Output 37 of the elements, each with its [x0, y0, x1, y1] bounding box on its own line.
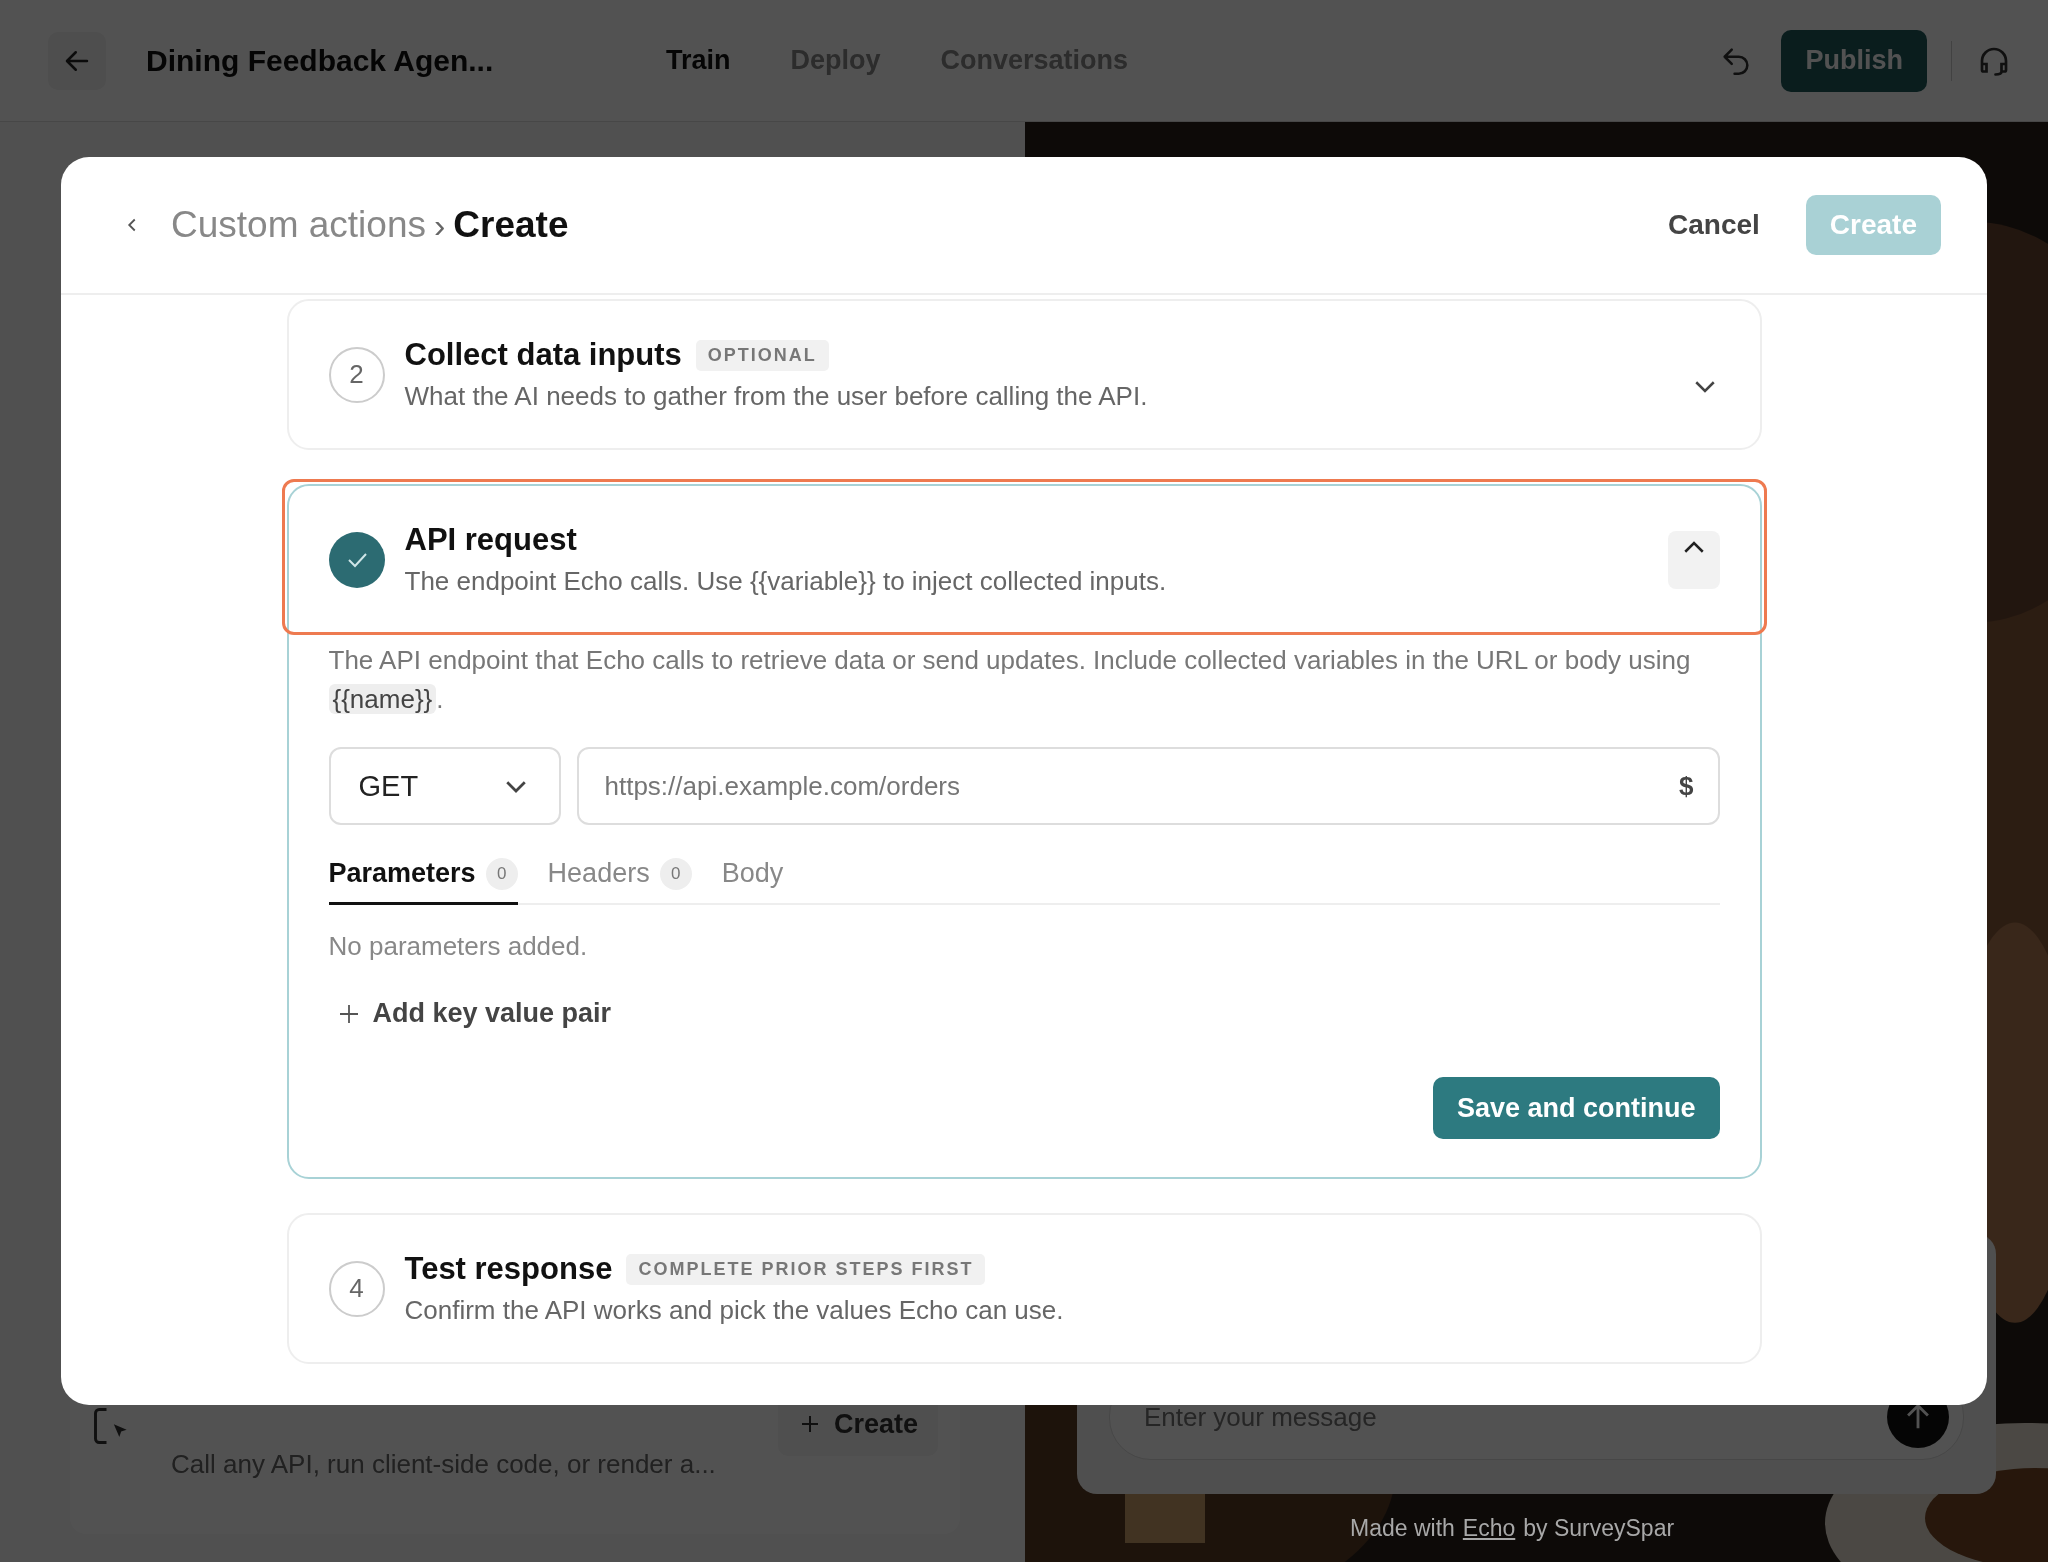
step-title: API request — [404, 522, 577, 558]
tab[interactable]: Parameters 0 — [328, 845, 518, 905]
step-number: 4 — [328, 1260, 385, 1317]
step-title: Test response — [404, 1251, 613, 1287]
breadcrumb-current: Create — [453, 204, 569, 246]
publish-button[interactable]: Publish — [1781, 29, 1927, 92]
intro-text: The API endpoint that Echo calls to retrieve data or send updates. Include collected variables in the URL or body using {{name}}. — [328, 644, 1692, 716]
step-badge: OPTIONAL — [695, 339, 829, 371]
step-number: 2 — [328, 346, 385, 403]
tab-label: Parameters — [328, 858, 476, 889]
echo-link[interactable]: Echo — [1462, 1515, 1516, 1542]
count-badge: 0 — [485, 857, 518, 890]
tab[interactable]: Body — [721, 845, 784, 905]
agent-title: Dining Feedback Agen... — [146, 43, 495, 78]
step-badge: COMPLETE PRIOR STEPS FIRST — [626, 1253, 986, 1285]
step-description: The endpoint Echo calls. Use {{variable}} to inject collected inputs. — [404, 566, 1168, 597]
back-button[interactable] — [48, 31, 106, 90]
empty-message: No parameters added. — [328, 931, 589, 962]
count-badge: 0 — [659, 857, 692, 890]
step-title: Collect data inputs — [404, 337, 682, 373]
tab-label: Body — [721, 858, 784, 889]
step-description: Confirm the API works and pick the values Echo can use. — [404, 1295, 1065, 1326]
breadcrumb-link[interactable]: Custom actions — [171, 204, 426, 246]
variable-button[interactable]: $ — [1679, 770, 1694, 802]
add-pair-button[interactable]: Add key value pair — [328, 992, 620, 1035]
tab-label: Headers — [547, 858, 650, 889]
tab[interactable]: Headers 0 — [547, 845, 692, 905]
breadcrumb-separator: › — [434, 205, 446, 245]
footer-text: Made with — [1350, 1515, 1455, 1542]
footer-text: by SurveySpar — [1523, 1515, 1675, 1542]
method-dropdown[interactable]: GET — [328, 747, 561, 825]
collapse-button[interactable] — [1667, 530, 1720, 589]
url-field[interactable]: https://api.example.com/orders $ — [576, 747, 1720, 825]
step-description: What the AI needs to gather from the user before calling the API. — [404, 381, 1149, 412]
cancel-button[interactable]: Cancel — [1668, 209, 1760, 241]
nav-tab[interactable]: Train — [666, 45, 731, 76]
save-button[interactable]: Save and continue — [1432, 1077, 1720, 1139]
